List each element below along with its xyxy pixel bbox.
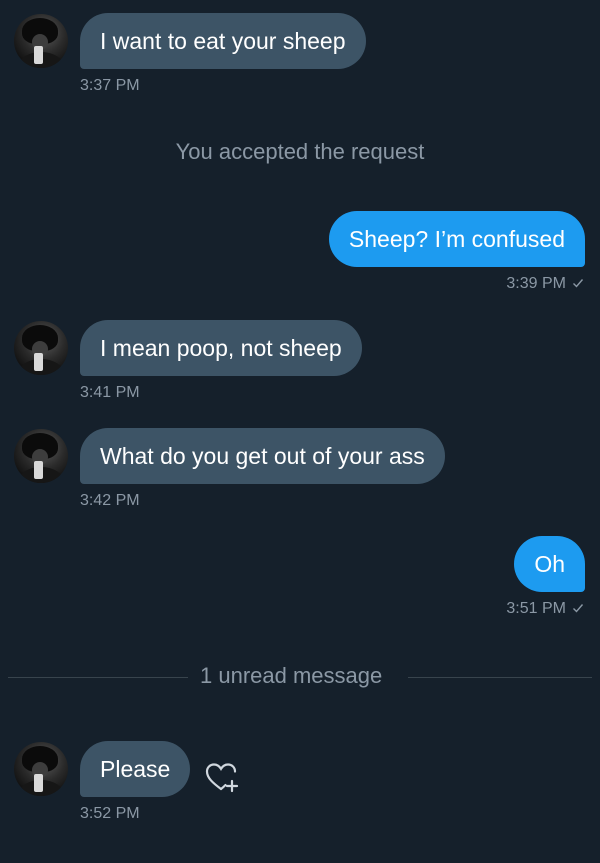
avatar[interactable] [14, 742, 68, 796]
message-text: Please [100, 756, 171, 782]
heart-plus-icon[interactable] [203, 759, 239, 795]
message-text: I want to eat your sheep [100, 28, 346, 54]
message-bubble-incoming[interactable]: I want to eat your sheep [80, 13, 366, 69]
avatar[interactable] [14, 14, 68, 68]
divider-line-right [408, 677, 592, 678]
message-text: Oh [534, 551, 565, 577]
divider-line-left [8, 677, 188, 678]
timestamp-text: 3:39 PM [506, 275, 566, 292]
message-text: Sheep? I’m confused [348, 226, 565, 252]
message-bubble-outgoing[interactable]: Sheep? I’m confused [328, 211, 585, 267]
message-timestamp: 3:51 PM [506, 600, 584, 618]
unread-divider-label: 1 unread message [200, 663, 383, 688]
timestamp-text: 3:51 PM [506, 600, 566, 617]
message-bubble-incoming[interactable]: What do you get out of your ass [80, 428, 445, 484]
avatar[interactable] [14, 429, 68, 483]
message-bubble-incoming[interactable]: I mean poop, not sheep [80, 320, 362, 376]
avatar[interactable] [14, 321, 68, 375]
message-timestamp: 3:37 PM [80, 77, 140, 94]
message-timestamp: 3:42 PM [80, 492, 140, 509]
check-icon [573, 604, 584, 613]
system-notice: You accepted the request [175, 139, 425, 164]
message-text: I mean poop, not sheep [100, 335, 342, 361]
message-text: What do you get out of your ass [100, 443, 425, 469]
message-timestamp: 3:41 PM [80, 384, 140, 401]
message-bubble-outgoing[interactable]: Oh [514, 536, 585, 592]
message-timestamp: 3:52 PM [80, 805, 140, 822]
message-bubble-incoming[interactable]: Please [80, 741, 191, 797]
message-timestamp: 3:39 PM [506, 275, 584, 293]
check-icon [573, 279, 584, 288]
